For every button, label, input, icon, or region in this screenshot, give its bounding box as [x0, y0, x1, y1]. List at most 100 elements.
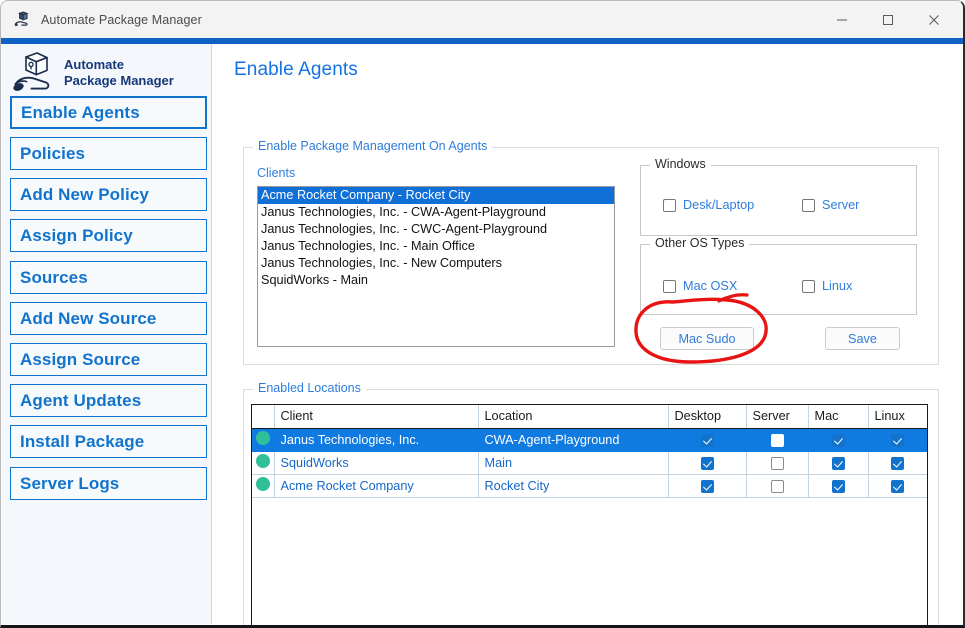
list-item[interactable]: Janus Technologies, Inc. - CWA-Agent-Pla…	[258, 204, 614, 221]
sidebar-item-policies[interactable]: Policies	[10, 137, 207, 170]
checkbox-linux-icon[interactable]	[891, 480, 904, 493]
title-bar: Automate Package Manager	[1, 1, 963, 38]
checkbox-server-icon[interactable]	[771, 457, 784, 470]
list-item[interactable]: Janus Technologies, Inc. - Main Office	[258, 238, 614, 255]
column-header-linux[interactable]: Linux	[868, 405, 927, 428]
cell-desktop[interactable]	[668, 428, 746, 451]
sidebar-item-label: Sources	[20, 268, 88, 288]
checkbox-server[interactable]: Server	[802, 198, 859, 212]
checkbox-server-icon[interactable]	[771, 434, 784, 447]
checkbox-desktop-icon[interactable]	[701, 457, 714, 470]
table-header-row: Client Location Desktop Server Mac Linux	[252, 405, 927, 428]
status-dot-online	[256, 477, 270, 491]
checkbox-box-icon[interactable]	[802, 199, 815, 212]
cell-mac[interactable]	[808, 474, 868, 497]
checkbox-desk-laptop[interactable]: Desk/Laptop	[663, 198, 754, 212]
checkbox-mac-osx[interactable]: Mac OSX	[663, 279, 737, 293]
sidebar-item-label: Enable Agents	[21, 103, 140, 123]
package-hand-icon	[14, 11, 32, 29]
list-item[interactable]: Acme Rocket Company - Rocket City	[258, 187, 614, 204]
cell-location: CWA-Agent-Playground	[478, 428, 668, 451]
sidebar-item-add-new-source[interactable]: Add New Source	[10, 302, 207, 335]
sidebar-item-install-package[interactable]: Install Package	[10, 425, 207, 458]
checkbox-box-icon[interactable]	[802, 280, 815, 293]
checkbox-label: Server	[822, 198, 859, 212]
list-item[interactable]: Janus Technologies, Inc. - CWC-Agent-Pla…	[258, 221, 614, 238]
sidebar-item-server-logs[interactable]: Server Logs	[10, 467, 207, 500]
checkbox-desktop-icon[interactable]	[701, 434, 714, 447]
page-title: Enable Agents	[234, 59, 358, 81]
sidebar-item-agent-updates[interactable]: Agent Updates	[10, 384, 207, 417]
save-button[interactable]: Save	[825, 327, 900, 350]
column-header-location[interactable]: Location	[478, 405, 668, 428]
column-header-mac[interactable]: Mac	[808, 405, 868, 428]
checkbox-server-icon[interactable]	[771, 480, 784, 493]
column-header-client[interactable]: Client	[274, 405, 478, 428]
column-header-status[interactable]	[252, 405, 274, 428]
sidebar-item-label: Agent Updates	[20, 391, 141, 411]
package-hand-logo	[12, 51, 58, 95]
cell-desktop[interactable]	[668, 451, 746, 474]
mac-sudo-button[interactable]: Mac Sudo	[660, 327, 754, 350]
cell-linux[interactable]	[868, 428, 927, 451]
enabled-locations-table[interactable]: Client Location Desktop Server Mac Linux…	[251, 404, 928, 628]
cell-server[interactable]	[746, 451, 808, 474]
table-row[interactable]: SquidWorks Main	[252, 451, 927, 474]
row-status-indicator	[252, 428, 274, 451]
list-item[interactable]: Janus Technologies, Inc. - New Computers	[258, 255, 614, 272]
checkbox-linux-icon[interactable]	[891, 434, 904, 447]
sidebar-item-label: Add New Source	[20, 309, 156, 329]
checkbox-mac-icon[interactable]	[832, 434, 845, 447]
group-legend: Windows	[650, 157, 711, 171]
app-logo: Automate Package Manager	[12, 49, 208, 97]
list-item[interactable]: SquidWorks - Main	[258, 272, 614, 289]
group-legend: Enabled Locations	[253, 381, 366, 395]
column-header-server[interactable]: Server	[746, 405, 808, 428]
cell-server[interactable]	[746, 474, 808, 497]
sidebar: Automate Package Manager Enable Agents P…	[2, 44, 212, 624]
status-dot-online	[256, 454, 270, 468]
sidebar-item-label: Install Package	[20, 432, 144, 452]
row-status-indicator	[252, 451, 274, 474]
group-legend: Other OS Types	[650, 236, 749, 250]
sidebar-item-label: Policies	[20, 144, 85, 164]
maximize-button[interactable]	[865, 2, 911, 38]
checkbox-desktop-icon[interactable]	[701, 480, 714, 493]
cell-location: Main	[478, 451, 668, 474]
sidebar-item-enable-agents[interactable]: Enable Agents	[10, 96, 207, 129]
checkbox-mac-icon[interactable]	[832, 457, 845, 470]
application-window: Automate Package Manager	[0, 0, 965, 628]
cell-linux[interactable]	[868, 451, 927, 474]
app-logo-text: Automate Package Manager	[64, 57, 174, 89]
table-row[interactable]: Janus Technologies, Inc. CWA-Agent-Playg…	[252, 428, 927, 451]
checkbox-linux[interactable]: Linux	[802, 279, 852, 293]
sidebar-item-label: Add New Policy	[20, 185, 149, 205]
cell-server[interactable]	[746, 428, 808, 451]
sidebar-item-add-new-policy[interactable]: Add New Policy	[10, 178, 207, 211]
table-row[interactable]: Acme Rocket Company Rocket City	[252, 474, 927, 497]
cell-client: Janus Technologies, Inc.	[274, 428, 478, 451]
column-header-desktop[interactable]: Desktop	[668, 405, 746, 428]
checkbox-linux-icon[interactable]	[891, 457, 904, 470]
checkbox-box-icon[interactable]	[663, 199, 676, 212]
app-logo-line1: Automate	[64, 57, 174, 73]
status-dot-online	[256, 431, 270, 445]
checkbox-label: Mac OSX	[683, 279, 737, 293]
sidebar-item-sources[interactable]: Sources	[10, 261, 207, 294]
sidebar-item-assign-policy[interactable]: Assign Policy	[10, 219, 207, 252]
cell-client: Acme Rocket Company	[274, 474, 478, 497]
sidebar-item-assign-source[interactable]: Assign Source	[10, 343, 207, 376]
cell-mac[interactable]	[808, 451, 868, 474]
minimize-button[interactable]	[819, 2, 865, 38]
cell-desktop[interactable]	[668, 474, 746, 497]
checkbox-label: Desk/Laptop	[683, 198, 754, 212]
cell-linux[interactable]	[868, 474, 927, 497]
close-button[interactable]	[911, 2, 957, 38]
checkbox-label: Linux	[822, 279, 852, 293]
cell-mac[interactable]	[808, 428, 868, 451]
clients-listbox[interactable]: Acme Rocket Company - Rocket City Janus …	[257, 186, 615, 347]
checkbox-mac-icon[interactable]	[832, 480, 845, 493]
sidebar-item-label: Server Logs	[20, 474, 119, 494]
cell-location: Rocket City	[478, 474, 668, 497]
checkbox-box-icon[interactable]	[663, 280, 676, 293]
